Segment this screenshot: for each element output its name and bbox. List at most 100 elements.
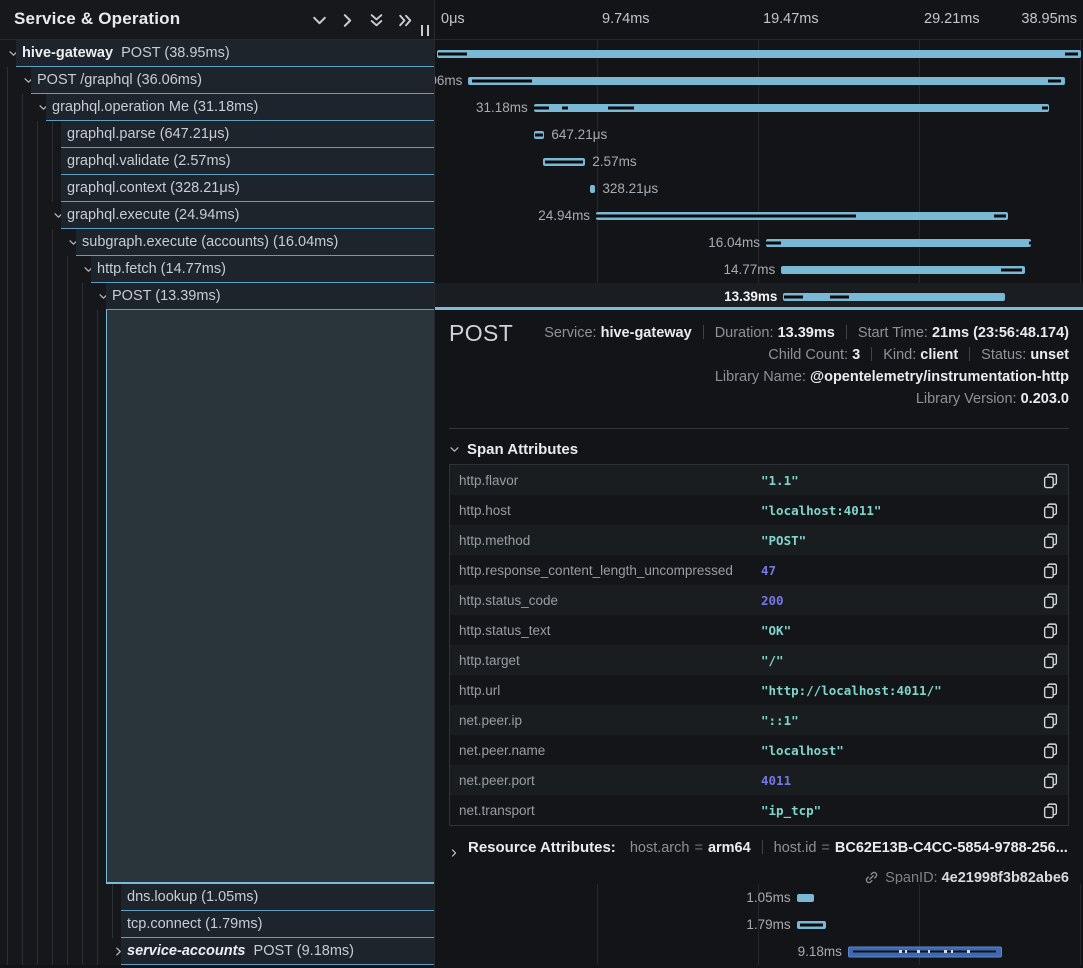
span-duration-label: 36.06ms	[435, 67, 462, 94]
span-row-label-area: graphql.parse (647.21μs)	[61, 121, 435, 148]
expand-all-double-chevron-right-icon[interactable]	[397, 12, 414, 29]
span-timeline-row[interactable]: 1.05ms	[435, 884, 1083, 911]
overview-field-value: hive-gateway	[601, 325, 692, 341]
span-label: graphql.validate (2.57ms)	[61, 148, 231, 174]
span-tree-row[interactable]: http.fetch (14.77ms)	[0, 256, 435, 283]
indent-guide	[67, 310, 68, 884]
copy-icon[interactable]	[1042, 682, 1059, 699]
resource-attributes-row[interactable]: Resource Attributes:host.arch=arm64host.…	[449, 837, 1069, 859]
span-bar[interactable]	[848, 946, 1002, 957]
collapse-all-double-chevron-down-icon[interactable]	[368, 12, 385, 29]
span-label: graphql.operation Me (31.18ms)	[46, 94, 258, 120]
span-bar[interactable]	[534, 131, 545, 139]
span-timeline-row[interactable]: 38.95ms	[435, 40, 1083, 67]
span-timeline-row[interactable]: 2.57ms	[435, 148, 1083, 175]
indent-guide	[37, 938, 38, 965]
span-bar[interactable]	[437, 50, 1081, 58]
span-duration-label: 16.04ms	[708, 229, 760, 256]
copy-icon[interactable]	[1042, 772, 1059, 789]
overview-field-label: Library Version:	[916, 391, 1021, 407]
span-timeline-row[interactable]: 36.06ms	[435, 67, 1083, 94]
copy-icon[interactable]	[1042, 532, 1059, 549]
overview-separator	[846, 325, 847, 339]
span-timeline-row[interactable]: 9.18ms	[435, 938, 1083, 965]
span-bar[interactable]	[766, 239, 1031, 247]
span-timeline-row[interactable]: 16.04ms	[435, 229, 1083, 256]
copy-icon[interactable]	[1042, 472, 1059, 489]
service-name: service-accounts	[127, 943, 245, 959]
span-tree-row[interactable]: tcp.connect (1.79ms)	[0, 911, 435, 938]
attribute-value: "localhost:4011"	[761, 503, 1042, 518]
link-icon[interactable]	[864, 870, 879, 884]
span-attributes-toggle[interactable]: Span Attributes	[449, 441, 578, 458]
indent-guide	[7, 310, 8, 884]
indent-guide	[37, 121, 38, 148]
span-duration-label: 24.94ms	[538, 202, 590, 229]
indent-guide	[97, 310, 98, 884]
copy-icon[interactable]	[1042, 592, 1059, 609]
copy-icon[interactable]	[1042, 562, 1059, 579]
copy-icon[interactable]	[1042, 712, 1059, 729]
collapse-one-chevron-down-icon[interactable]	[311, 12, 328, 29]
panel-resize-grip[interactable]	[421, 25, 429, 36]
span-bar[interactable]	[781, 266, 1025, 274]
span-tree-row[interactable]: dns.lookup (1.05ms)	[0, 884, 435, 911]
copy-icon[interactable]	[1042, 622, 1059, 639]
span-timeline-row[interactable]: 14.77ms	[435, 256, 1083, 283]
span-tree-row[interactable]: POST (13.39ms)	[0, 283, 435, 310]
span-timeline-row[interactable]: 31.18ms	[435, 94, 1083, 121]
operation-name: POST (9.18ms)	[254, 943, 354, 959]
span-bar[interactable]	[596, 212, 1008, 220]
span-timeline-row[interactable]: 328.21μs	[435, 175, 1083, 202]
indent-guide	[7, 94, 8, 121]
operation-name: tcp.connect (1.79ms)	[127, 916, 262, 932]
panel-divider[interactable]	[434, 0, 435, 968]
span-tree-row[interactable]: graphql.context (328.21μs)	[0, 175, 435, 202]
span-tree-row[interactable]: graphql.operation Me (31.18ms)	[0, 94, 435, 121]
span-bar[interactable]	[797, 894, 814, 902]
span-tree-row[interactable]: hive-gateway POST (38.95ms)	[0, 40, 435, 67]
copy-icon[interactable]	[1042, 802, 1059, 819]
span-timeline-row[interactable]: 24.94ms	[435, 202, 1083, 229]
span-tree-row[interactable]: subgraph.execute (accounts) (16.04ms)	[0, 229, 435, 256]
span-bar[interactable]	[590, 185, 595, 193]
attribute-key: http.flavor	[459, 473, 761, 488]
span-bar[interactable]	[534, 104, 1050, 112]
indent-guide	[52, 121, 53, 148]
span-tree-row[interactable]: graphql.parse (647.21μs)	[0, 121, 435, 148]
child-span-tick	[944, 950, 947, 953]
operation-name: POST (38.95ms)	[121, 45, 230, 61]
copy-icon[interactable]	[1042, 652, 1059, 669]
indent-guide	[7, 283, 8, 310]
attribute-key: http.host	[459, 503, 761, 518]
span-tree-row[interactable]: service-accounts POST (9.18ms)	[0, 938, 435, 965]
span-bar[interactable]	[783, 293, 1004, 301]
copy-icon[interactable]	[1042, 742, 1059, 759]
overview-field-label: Kind:	[883, 347, 920, 363]
span-duration-label: 31.18ms	[476, 94, 528, 121]
indent-guide	[22, 283, 23, 310]
span-bar[interactable]	[468, 77, 1064, 85]
overview-field-value: 13.39ms	[778, 325, 835, 341]
indent-guide	[22, 121, 23, 148]
span-tree-row[interactable]: POST /graphql (36.06ms)	[0, 67, 435, 94]
indent-guide	[7, 175, 8, 202]
chevron-right-icon[interactable]	[449, 842, 459, 852]
span-overview: Service: hive-gatewayDuration: 13.39msSt…	[544, 322, 1069, 410]
copy-icon[interactable]	[1042, 502, 1059, 519]
span-label: graphql.context (328.21μs)	[61, 175, 240, 201]
child-span-tick	[438, 52, 467, 55]
span-timeline-row[interactable]: 647.21μs	[435, 121, 1083, 148]
attribute-key: net.transport	[459, 803, 761, 818]
indent-guide	[112, 884, 113, 911]
span-bar[interactable]	[797, 921, 827, 929]
span-timeline-row[interactable]: 1.79ms	[435, 911, 1083, 938]
span-bar[interactable]	[543, 158, 585, 166]
span-id-label: SpanID:	[885, 870, 937, 884]
attribute-row: http.flavor"1.1"	[450, 465, 1068, 495]
span-timeline-row[interactable]: 13.39ms	[435, 283, 1083, 310]
span-tree-row[interactable]: graphql.validate (2.57ms)	[0, 148, 435, 175]
span-tree-row[interactable]: graphql.execute (24.94ms)	[0, 202, 435, 229]
expand-one-chevron-right-icon[interactable]	[339, 12, 356, 29]
overview-field-value: 0.203.0	[1021, 391, 1069, 407]
